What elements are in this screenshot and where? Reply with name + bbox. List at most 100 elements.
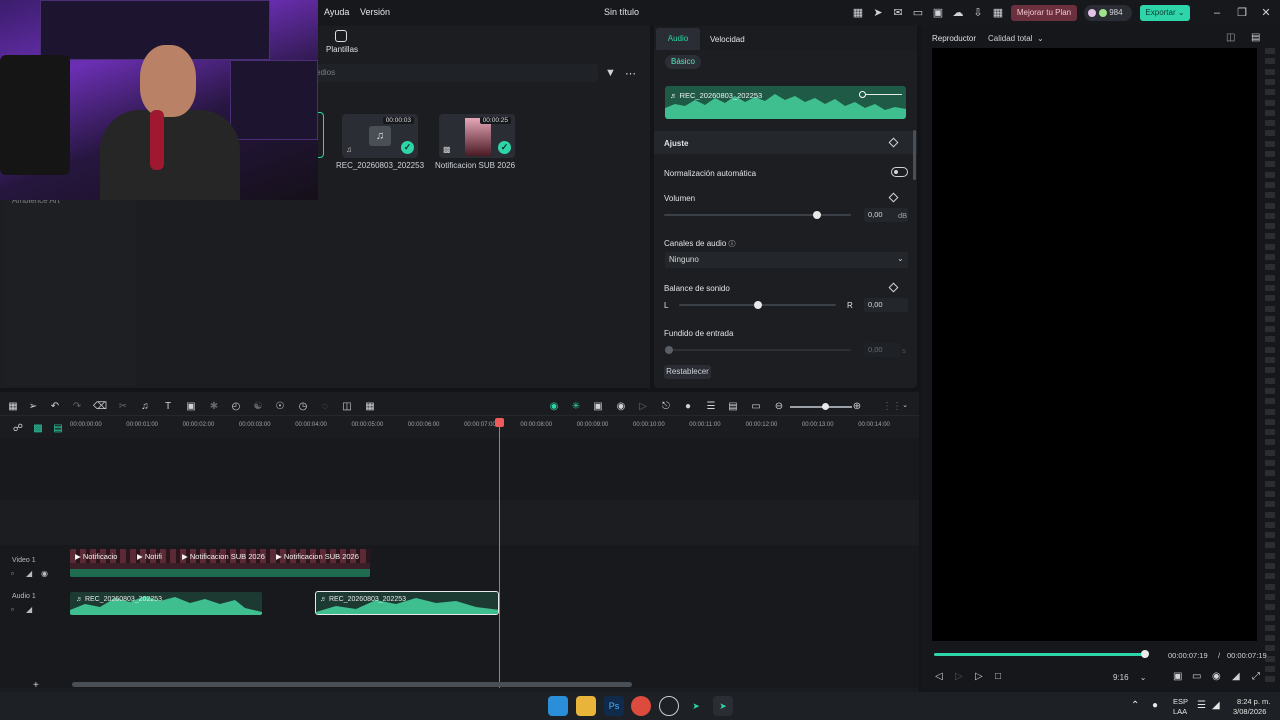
magnet-icon[interactable]: ▤ [51,423,65,434]
playhead[interactable] [499,420,500,688]
chevron-down-icon[interactable]: ⌄ [898,401,912,409]
apps-icon[interactable]: ▦ [991,6,1005,20]
media-search-input[interactable]: edios [310,64,598,82]
undo-icon[interactable]: ↶ [48,401,62,412]
display-icon[interactable]: ▭ [1192,671,1201,682]
media-thumb-video[interactable]: 00:00:25 ▩ ✓ [439,114,515,158]
balance-value[interactable]: 0,00 [864,298,908,312]
aspect-ratio-select[interactable]: 9:16 ⌄ [1113,673,1146,682]
screen-record-icon[interactable]: ◉ [614,401,628,412]
download-icon[interactable]: ⇩ [971,6,985,20]
zoom-out-icon[interactable]: ⊖ [772,401,786,412]
more-tools-icon[interactable]: ▦ [363,401,377,412]
delete-icon[interactable]: ⌫ [93,401,107,412]
fade-in-slider[interactable] [669,349,851,351]
speaker-icon[interactable]: ◢ [26,569,32,578]
maximize-button[interactable]: ❐ [1234,5,1250,21]
filter-icon[interactable]: ▼ [605,67,616,79]
select-tool-icon[interactable]: ➢ [26,401,40,412]
volume-icon[interactable]: ◢ [1212,700,1220,711]
file-explorer-icon[interactable] [576,696,596,716]
speed-icon[interactable]: ◴ [229,401,243,412]
ai-icon[interactable]: ☉ [273,401,287,412]
audio-clip-selected[interactable] [315,591,499,615]
play-icon[interactable]: ▷ [975,671,983,682]
volume-icon[interactable]: ◢ [1232,671,1240,682]
media-thumb-audio[interactable]: 00:00:03 ♫ ♫ ✓ [342,114,418,158]
playback-progress-knob[interactable] [1141,650,1149,658]
next-frame-icon[interactable]: ▷ [955,671,963,682]
fade-in-value[interactable]: 0,00 [864,343,900,357]
filmora-icon[interactable]: ➤ [686,696,706,716]
microphone-icon[interactable]: ● [1152,700,1158,711]
auto-normalization-toggle[interactable] [891,167,908,177]
effects-icon[interactable]: ✱ [207,401,221,412]
previous-frame-icon[interactable]: ◁ [935,671,943,682]
mail-icon[interactable]: ✉ [891,6,905,20]
image-icon[interactable]: ▤ [1251,32,1260,43]
save-icon[interactable]: ▣ [931,6,945,20]
track-add-icon[interactable]: ▩ [31,423,45,434]
menu-version[interactable]: Versión [360,7,390,17]
layout-icon[interactable]: ▦ [6,401,20,412]
volume-slider[interactable] [664,214,851,216]
keyboard-lang[interactable]: ESP [1173,697,1188,706]
timer-icon[interactable]: ◷ [296,401,310,412]
eye-icon[interactable]: ◉ [41,569,48,578]
zoom-in-icon[interactable]: ⊕ [850,401,864,412]
zoom-slider-knob[interactable] [822,403,829,410]
split-icon[interactable]: ▷ [636,401,650,412]
snap-icon[interactable]: ✳ [569,401,583,412]
lock-icon[interactable]: ▫ [11,569,14,578]
gift-icon[interactable]: ▦ [851,6,865,20]
preview-viewport[interactable] [932,48,1257,641]
lock-icon[interactable]: ▫ [11,605,14,614]
caption-icon[interactable]: ▭ [749,401,763,412]
group-icon[interactable]: ◫ [340,401,354,412]
wifi-icon[interactable]: ☰ [1197,700,1206,711]
quality-select[interactable]: Calidad total ⌄ [988,34,1044,43]
zoom-slider[interactable] [790,406,852,408]
upgrade-plan-button[interactable]: Mejorar tu Plan [1011,5,1077,21]
properties-scrollbar[interactable] [913,130,916,180]
cloud-icon[interactable]: ☁ [951,6,965,20]
close-button[interactable]: ✕ [1258,5,1274,21]
microphone-icon[interactable]: ● [681,401,695,412]
playback-progress[interactable] [934,653,1146,656]
subtab-basic[interactable]: Básico [665,55,701,69]
tab-speed[interactable]: Velocidad [710,35,745,44]
speaker-icon[interactable]: ◢ [26,605,32,614]
tab-templates[interactable]: Plantillas [326,30,358,54]
stabilize-icon[interactable]: ◌ [318,401,332,412]
color-icon[interactable]: ☯ [251,401,265,412]
export-button[interactable]: Exportar ⌄ [1140,5,1190,21]
crop-icon[interactable]: ▣ [184,401,198,412]
chevron-up-icon[interactable]: ⌃ [1131,700,1139,711]
tab-audio[interactable]: Audio [656,28,700,50]
marker-icon[interactable]: ▣ [591,401,605,412]
link-icon[interactable]: ☍ [11,423,25,434]
monitor-icon[interactable]: ▭ [911,6,925,20]
minimize-button[interactable]: – [1209,5,1225,21]
add-track-icon[interactable]: + [33,680,39,691]
fade-in-slider-knob[interactable] [665,346,673,354]
cut-icon[interactable]: ✂ [116,401,130,412]
info-icon[interactable]: ⓘ [729,241,736,248]
render-preview-icon[interactable]: ▣ [1173,671,1182,682]
balance-slider-knob[interactable] [753,301,762,309]
snapshot-icon[interactable]: ◉ [1212,671,1221,682]
channels-select[interactable]: Ninguno [665,252,908,268]
filmora-active-icon[interactable]: ➤ [713,696,733,716]
reset-button[interactable]: Restablecer [664,365,711,379]
menu-help[interactable]: Ayuda [324,7,349,17]
audio-mixer-icon[interactable]: ☰ [704,401,718,412]
compare-view-icon[interactable]: ◫ [1226,32,1235,43]
text-tool-icon[interactable]: T [161,401,175,412]
grid-icon[interactable]: ⋮⋮ [882,401,902,412]
photoshop-icon[interactable]: Ps [604,696,624,716]
stop-icon[interactable]: □ [995,671,1001,682]
shield-icon[interactable]: ⎋ [659,401,673,412]
clock-time[interactable]: 8:24 p. m. [1237,697,1270,706]
audio-edit-icon[interactable]: ♫ [138,401,152,412]
render-icon[interactable]: ◉ [547,401,561,412]
